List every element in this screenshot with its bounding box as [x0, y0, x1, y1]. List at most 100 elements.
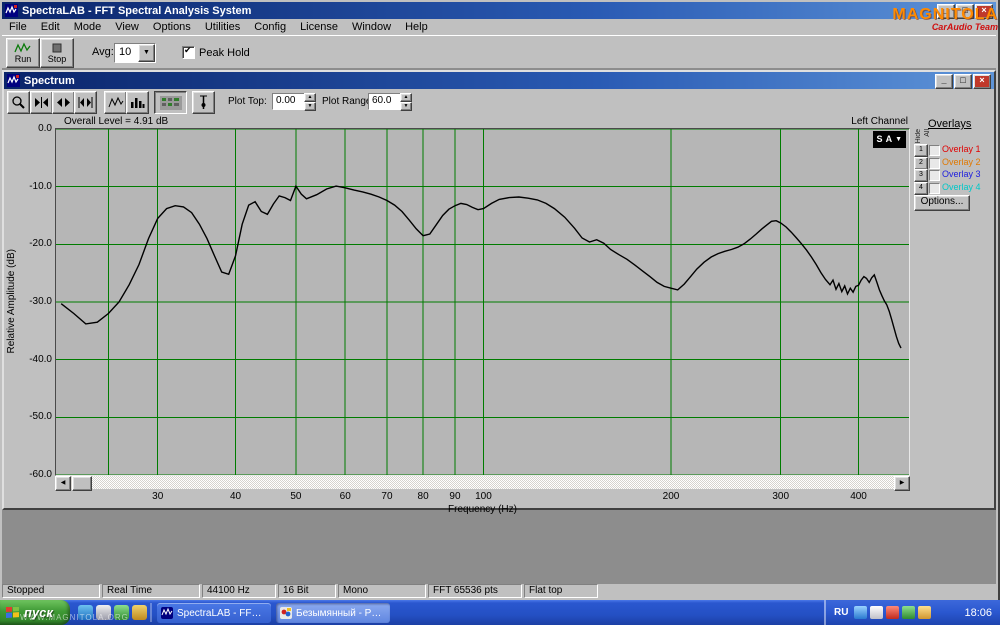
x-tick-label: 60	[340, 491, 351, 502]
scrollbar-track[interactable]	[92, 476, 894, 489]
tray-icon[interactable]	[886, 606, 899, 619]
plot-range-label: Plot Range:	[322, 96, 374, 107]
plot-range-spin-down-icon[interactable]: ▼	[400, 102, 412, 111]
app-titlebar: SpectraLAB - FFT Spectral Analysis Syste…	[2, 2, 996, 19]
overlay-4-button[interactable]: 4	[914, 182, 928, 195]
close-button[interactable]: ×	[975, 4, 993, 19]
plot-range-spin-up-icon[interactable]: ▲	[400, 93, 412, 102]
overlay-4-checkbox[interactable]	[929, 183, 940, 194]
marker-icon[interactable]	[192, 91, 215, 114]
menu-item-utilities[interactable]: Utilities	[198, 19, 247, 35]
bar-display-icon[interactable]	[126, 91, 149, 114]
overlay-1-label: Overlay 1	[942, 144, 981, 154]
scroll-left-icon[interactable]: ◀	[55, 476, 71, 491]
menu-item-view[interactable]: View	[108, 19, 146, 35]
status-window-function: Flat top	[524, 584, 598, 598]
channel-display-icon[interactable]: S A ▼	[873, 131, 906, 148]
menu-item-window[interactable]: Window	[345, 19, 398, 35]
windows-flag-icon	[6, 607, 20, 619]
plot-top-label: Plot Top:	[228, 96, 267, 107]
tray-icon[interactable]	[854, 606, 867, 619]
spectrum-minimize-button[interactable]: _	[935, 74, 953, 89]
spectrum-maximize-button[interactable]: □	[954, 74, 972, 89]
scroll-right-icon[interactable]: ▶	[894, 476, 910, 491]
plot-top-spin-down-icon[interactable]: ▼	[304, 102, 316, 111]
spectrogram-display-icon[interactable]	[154, 91, 187, 114]
spectrum-window: Spectrum _ □ ×	[2, 70, 996, 510]
y-tick-label: -10.0	[18, 181, 52, 192]
x-tick-label: 70	[381, 491, 392, 502]
quick-launch-icon[interactable]	[96, 605, 111, 620]
minimize-button[interactable]: _	[937, 4, 955, 19]
overall-level-readout: Overall Level = 4.91 dB	[64, 116, 168, 127]
start-button[interactable]: пуск	[0, 600, 70, 625]
language-indicator[interactable]: RU	[834, 607, 848, 618]
menu-item-help[interactable]: Help	[398, 19, 435, 35]
tray-icon[interactable]	[870, 606, 883, 619]
horizontal-scrollbar[interactable]: ◀ ▶	[55, 476, 910, 489]
statusbar: Stopped Real Time 44100 Hz 16 Bit Mono F…	[2, 584, 996, 598]
plot-top-spin-up-icon[interactable]: ▲	[304, 93, 316, 102]
stop-button[interactable]: Stop	[40, 38, 74, 68]
overlay-4-label: Overlay 4	[942, 182, 981, 192]
quick-launch-icon[interactable]	[132, 605, 147, 620]
chevron-down-icon[interactable]: ▼	[138, 44, 155, 62]
x-tick-label: 400	[850, 491, 867, 502]
status-fft-size: FFT 65536 pts	[428, 584, 522, 598]
spectrum-close-button[interactable]: ×	[973, 74, 991, 89]
overlays-options-button[interactable]: Options...	[914, 195, 970, 211]
menu-item-file[interactable]: File	[2, 19, 34, 35]
x-tick-label: 50	[290, 491, 301, 502]
taskbar-item-paint[interactable]: Безымянный - Paint	[276, 603, 390, 623]
scrollbar-thumb[interactable]	[72, 476, 92, 491]
x-tick-label: 40	[230, 491, 241, 502]
status-bit-depth: 16 Bit	[278, 584, 336, 598]
menu-item-mode[interactable]: Mode	[67, 19, 109, 35]
overlay-1-checkbox[interactable]	[929, 145, 940, 156]
line-display-icon[interactable]	[104, 91, 127, 114]
overlay-row: 4 Overlay 4	[912, 182, 994, 194]
overlay-3-button[interactable]: 3	[914, 169, 928, 182]
overlay-row: 1 Overlay 1	[912, 144, 994, 156]
overlay-3-label: Overlay 3	[942, 169, 981, 179]
run-button[interactable]: Run	[6, 38, 40, 68]
x-tick-label: 100	[475, 491, 492, 502]
peak-hold-checkbox[interactable]	[182, 46, 195, 59]
menu-item-options[interactable]: Options	[146, 19, 198, 35]
zoom-out-full-icon[interactable]	[74, 91, 97, 114]
menu-item-license[interactable]: License	[293, 19, 345, 35]
plot-top-input[interactable]: 0.00	[272, 93, 307, 110]
chart-region: Overall Level = 4.91 dB Left Channel Rel…	[4, 115, 994, 508]
avg-dropdown[interactable]: 10 ▼	[114, 43, 156, 63]
peak-hold-label: Peak Hold	[199, 47, 250, 59]
zoom-out-2k-icon[interactable]	[52, 91, 75, 114]
overlays-title: Overlays	[928, 118, 971, 130]
taskbar-divider	[150, 603, 152, 622]
start-label: пуск	[24, 605, 53, 620]
quick-launch-icon[interactable]	[78, 605, 93, 620]
taskbar: пуск SpectraLAB - FFT Spe... Безымянный …	[0, 600, 1000, 625]
clock: 18:06	[964, 607, 992, 619]
tray-icon[interactable]	[902, 606, 915, 619]
spectrum-toolbar: Plot Top: 0.00 ▲ ▼ Plot Range: 60.0 ▲ ▼	[4, 89, 994, 116]
spectrum-plot-svg	[56, 129, 909, 475]
zoom-in-2k-icon[interactable]	[30, 91, 53, 114]
quick-launch-icon[interactable]	[114, 605, 129, 620]
overlay-1-button[interactable]: 1	[914, 144, 928, 157]
triangle-down-icon: ▼	[895, 133, 902, 146]
menu-item-edit[interactable]: Edit	[34, 19, 67, 35]
overlay-2-button[interactable]: 2	[914, 157, 928, 170]
menubar: File Edit Mode View Options Utilities Co…	[2, 19, 996, 35]
overlay-3-checkbox[interactable]	[929, 170, 940, 181]
magnifier-icon[interactable]	[7, 91, 30, 114]
plot-range-input[interactable]: 60.0	[368, 93, 403, 110]
taskbar-item-spectralab[interactable]: SpectraLAB - FFT Spe...	[157, 603, 271, 623]
tray-icon[interactable]	[918, 606, 931, 619]
maximize-button[interactable]: □	[956, 4, 974, 19]
overlay-row: 3 Overlay 3	[912, 169, 994, 181]
y-tick-label: -40.0	[18, 354, 52, 365]
overlay-2-checkbox[interactable]	[929, 158, 940, 169]
channel-label: Left Channel	[704, 116, 908, 127]
menu-item-config[interactable]: Config	[247, 19, 293, 35]
status-channels: Mono	[338, 584, 426, 598]
